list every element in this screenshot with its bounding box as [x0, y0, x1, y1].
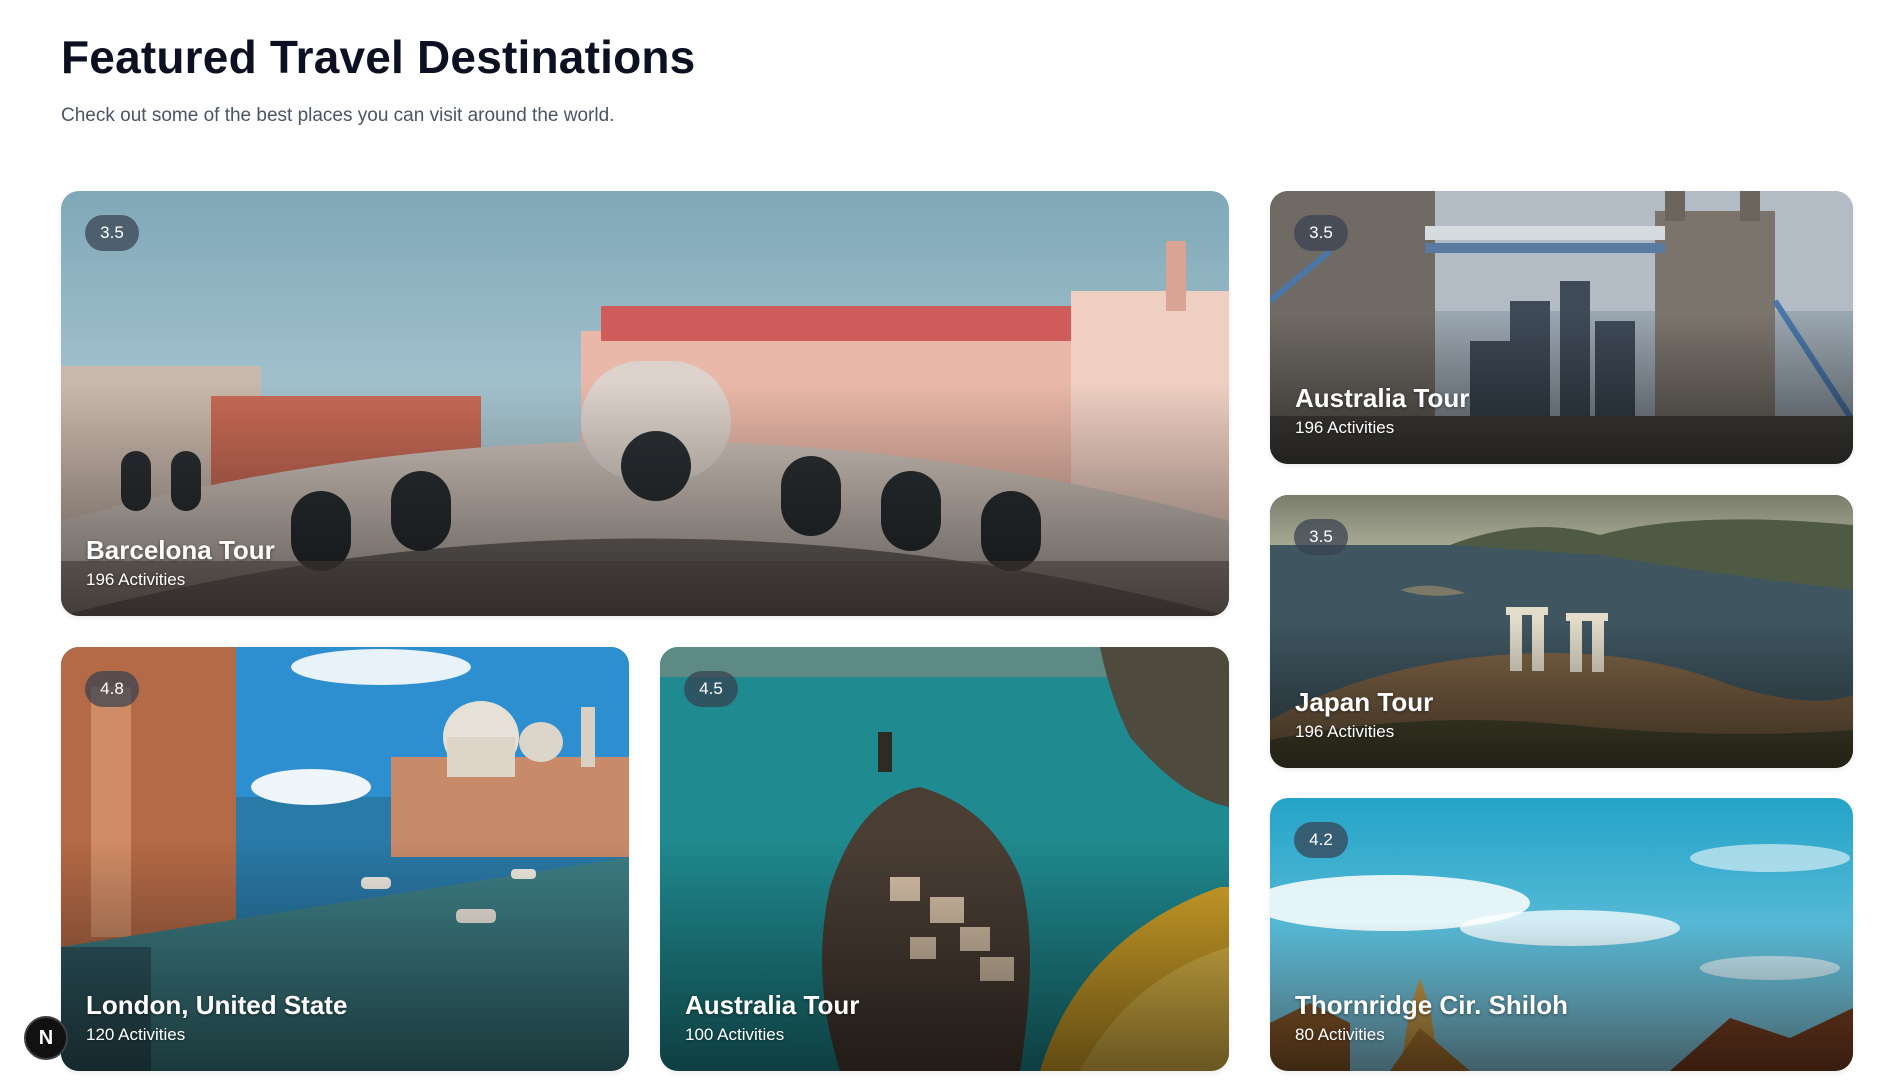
card-activities: 196 Activities — [1295, 418, 1395, 437]
card-activities: 100 Activities — [685, 1025, 785, 1044]
dev-badge-label: N — [38, 1027, 54, 1049]
destination-card[interactable]: 3.5 Japan Tour 196 Activities — [1270, 495, 1853, 768]
card-activities: 196 Activities — [86, 570, 186, 589]
rating-badge: 3.5 — [85, 215, 139, 251]
card-title: London, United State — [86, 990, 348, 1020]
card-activities: 196 Activities — [1295, 722, 1395, 741]
card-activities: 120 Activities — [86, 1025, 186, 1044]
nextjs-dev-icon[interactable]: N — [24, 1016, 68, 1060]
card-title: Thornridge Cir. Shiloh — [1295, 990, 1568, 1020]
rating-badge: 4.5 — [684, 671, 738, 707]
card-info: Japan Tour 196 Activities — [1295, 686, 1433, 744]
destination-card[interactable]: 4.5 Australia Tour 100 Activities — [660, 647, 1229, 1071]
rating-badge: 3.5 — [1294, 215, 1348, 251]
card-title: Australia Tour — [1295, 383, 1470, 413]
destination-card[interactable]: 4.8 London, United State 120 Activities — [61, 647, 629, 1071]
card-activities: 80 Activities — [1295, 1025, 1385, 1044]
card-title: Australia Tour — [685, 990, 860, 1020]
page-title: Featured Travel Destinations — [61, 31, 696, 83]
card-title: Barcelona Tour — [86, 535, 275, 565]
card-title: Japan Tour — [1295, 687, 1434, 717]
page-subtitle: Check out some of the best places you ca… — [61, 105, 615, 126]
destination-card[interactable]: 3.5 Barcelona Tour 196 Activities — [61, 191, 1229, 616]
rating-badge: 4.2 — [1294, 822, 1348, 858]
destination-card[interactable]: 4.2 Thornridge Cir. Shiloh 80 Activities — [1270, 798, 1853, 1071]
card-info: Thornridge Cir. Shiloh 80 Activities — [1295, 989, 1568, 1047]
card-info: Australia Tour 196 Activities — [1295, 382, 1469, 440]
card-info: Australia Tour 100 Activities — [685, 989, 859, 1047]
destination-card[interactable]: 3.5 Australia Tour 196 Activities — [1270, 191, 1853, 464]
rating-badge: 4.8 — [85, 671, 139, 707]
card-info: Barcelona Tour 196 Activities — [86, 534, 275, 592]
card-info: London, United State 120 Activities — [86, 989, 347, 1047]
rating-badge: 3.5 — [1294, 519, 1348, 555]
